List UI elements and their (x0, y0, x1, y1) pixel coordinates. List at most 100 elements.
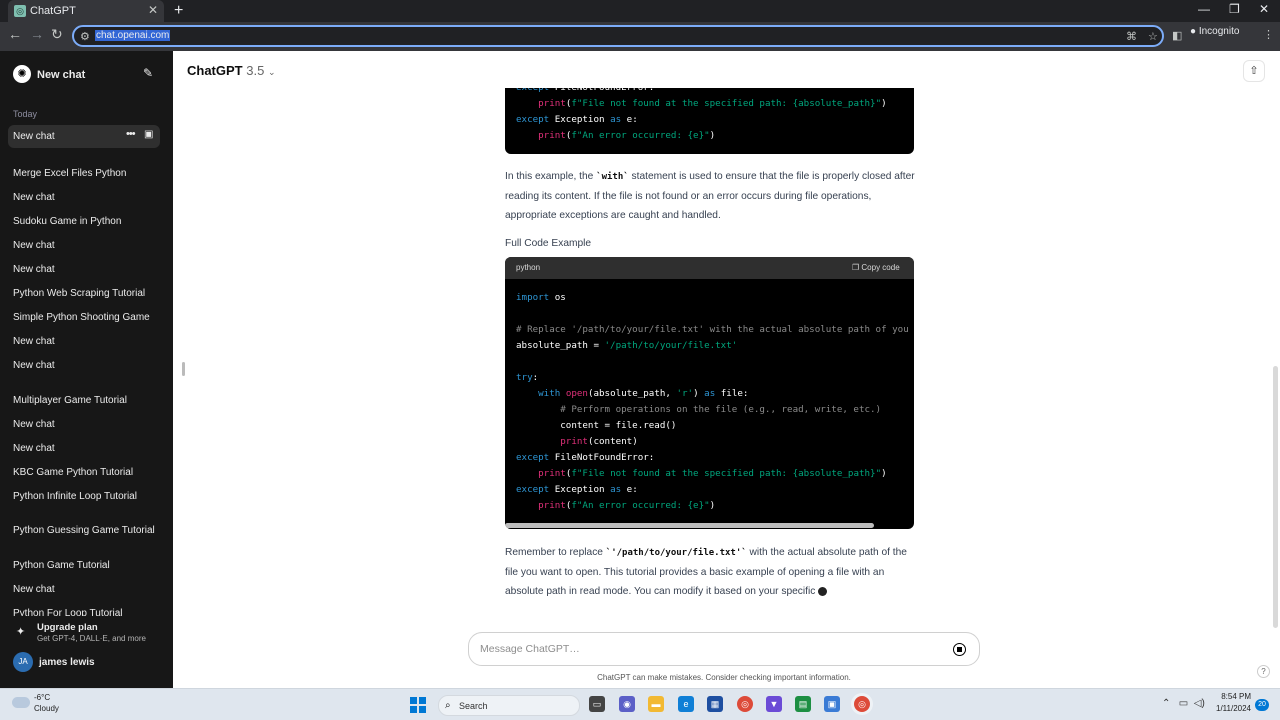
sidebar-resize-handle[interactable] (182, 362, 185, 376)
code-token: ) (709, 130, 716, 141)
message-composer[interactable]: Message ChatGPT… (468, 632, 980, 666)
user-name[interactable]: james lewis (39, 657, 95, 668)
openai-logo-icon[interactable]: ✺ (13, 65, 31, 83)
chrome-icon[interactable]: ◎ (737, 696, 753, 712)
file-explorer-icon[interactable]: ▬ (648, 696, 664, 712)
incognito-tracking-icon[interactable]: ⌘ (1126, 30, 1137, 43)
code-line: content = file.read() (516, 418, 909, 434)
url-text[interactable]: chat.openai.com (95, 30, 171, 41)
code-token: as (610, 484, 627, 495)
sidebar-item[interactable]: New chat (13, 360, 55, 371)
avatar[interactable]: JA (13, 652, 33, 672)
paragraph: Remember to replace `'/path/to/your/file… (505, 543, 917, 601)
sidebar-item[interactable]: Sudoku Game in Python (13, 216, 121, 227)
sidebar-item[interactable]: Merge Excel Files Python (13, 168, 126, 179)
sidebar-item[interactable]: New chat (13, 584, 55, 595)
bookmark-star-icon[interactable]: ☆ (1148, 30, 1158, 43)
code-token: print (560, 436, 588, 447)
chevron-up-icon[interactable]: ⌃ (1162, 698, 1170, 709)
code-token: content = file.read() (516, 420, 677, 431)
upgrade-plan-button[interactable]: Upgrade plan (37, 622, 98, 633)
sidebar-item[interactable]: New chat (13, 240, 55, 251)
store-icon[interactable]: ▦ (707, 696, 723, 712)
sidebar-item[interactable]: Simple Python Shooting Game (13, 312, 150, 323)
compose-icon[interactable]: ✎ (143, 66, 153, 80)
code-horizontal-scrollbar[interactable] (505, 523, 874, 528)
incognito-indicator[interactable]: ● Incognito (1190, 26, 1239, 37)
message-input[interactable]: Message ChatGPT… (480, 643, 580, 655)
sidebar-item[interactable]: Python Game Tutorial (13, 560, 110, 571)
archive-icon[interactable]: ▣ (144, 129, 153, 140)
section-heading: Full Code Example (505, 238, 592, 249)
restore-icon[interactable]: ❐ (1229, 2, 1240, 16)
code-language: python (516, 263, 541, 272)
sidebar-item[interactable]: Python Web Scraping Tutorial (13, 288, 145, 299)
clock-date[interactable]: 1/11/2024 (1213, 704, 1251, 713)
weather-temperature[interactable]: -6°C (34, 693, 50, 702)
streaming-cursor (818, 586, 828, 596)
chat-app-icon[interactable]: ◉ (619, 696, 635, 712)
search-label: Search (459, 701, 488, 711)
weather-condition[interactable]: Cloudy (34, 704, 59, 713)
stop-generating-button[interactable] (953, 643, 966, 656)
more-options-icon[interactable]: ••• (126, 128, 136, 140)
model-selector[interactable]: ChatGPT 3.5 ⌄ (187, 63, 276, 78)
minimize-icon[interactable]: — (1198, 2, 1210, 16)
share-icon: ⇧ (1249, 65, 1259, 77)
sidebar-item-active[interactable]: New chat ••• ▣ (8, 125, 160, 148)
close-tab-icon[interactable]: ✕ (148, 3, 158, 17)
code-block-partial: except FileNotFoundError: print(f"File n… (505, 88, 914, 154)
sidebar-item[interactable]: Python Infinite Loop Tutorial (13, 491, 137, 502)
network-icon[interactable]: ▭ (1179, 698, 1188, 709)
close-window-icon[interactable]: ✕ (1259, 2, 1269, 16)
cloud-icon[interactable] (12, 697, 30, 708)
address-bar[interactable]: ⚙ chat.openai.com ⌘ ☆ (72, 25, 1164, 47)
sidebar-item[interactable]: New chat (13, 419, 55, 430)
help-button[interactable]: ? (1257, 665, 1270, 678)
notification-badge[interactable]: 20 (1255, 699, 1269, 711)
reload-icon[interactable]: ↻ (51, 26, 63, 43)
sidebar-item[interactable]: New chat (13, 264, 55, 275)
code-token: print (538, 500, 566, 511)
code-block-header: python ❐ Copy code (505, 257, 914, 279)
site-info-icon[interactable]: ⚙ (80, 30, 90, 43)
new-tab-icon[interactable]: + (174, 2, 183, 20)
sidebar-item[interactable]: KBC Game Python Tutorial (13, 467, 133, 478)
sidebar-item[interactable]: Multiplayer Game Tutorial (13, 395, 127, 406)
code-line: except Exception as e: (516, 482, 909, 498)
start-button[interactable] (410, 697, 426, 713)
page-scrollbar[interactable] (1273, 366, 1278, 628)
spreadsheet-app-icon[interactable]: ▤ (795, 696, 811, 712)
edge-browser-icon[interactable]: e (678, 696, 694, 712)
sidebar-item[interactable]: New chat (13, 192, 55, 203)
remote-desktop-icon[interactable]: ▣ (824, 696, 840, 712)
forward-icon[interactable]: → (30, 26, 44, 42)
chrome-active-icon[interactable]: ◎ (854, 696, 870, 712)
taskbar-search[interactable]: ⌕ Search (438, 695, 580, 716)
code-line: print(f"File not found at the specified … (516, 466, 909, 482)
code-token: : (532, 372, 539, 383)
paragraph-text: Remember to replace (505, 547, 606, 558)
share-button[interactable]: ⇧ (1243, 60, 1265, 82)
sidebar-item[interactable]: Python For Loop Tutorial (13, 608, 123, 616)
volume-icon[interactable]: ◁) (1194, 698, 1205, 709)
system-tray[interactable]: ⌃ ▭ ◁) (1162, 698, 1205, 709)
clock-time[interactable]: 8:54 PM (1213, 692, 1251, 701)
incognito-icon: ● (1190, 26, 1197, 37)
side-panel-icon[interactable]: ◧ (1172, 29, 1182, 42)
browser-menu-icon[interactable]: ⋮ (1263, 28, 1274, 41)
sparkle-icon: ✦ (16, 626, 26, 638)
sidebar-item[interactable]: Python Guessing Game Tutorial (13, 525, 155, 536)
copy-code-button[interactable]: ❐ Copy code (852, 263, 900, 272)
code-token: print (538, 130, 566, 141)
code-token: ) (693, 388, 705, 399)
sidebar-item[interactable]: New chat (13, 443, 55, 454)
code-token: (content) (587, 436, 638, 447)
sidebar-item[interactable]: New chat (13, 336, 55, 347)
app-icon[interactable]: ▼ (766, 696, 782, 712)
new-chat-button[interactable]: New chat (37, 69, 85, 81)
back-icon[interactable]: ← (8, 26, 22, 42)
browser-tab[interactable]: ◎ ChatGPT ✕ (8, 0, 164, 22)
task-view-icon[interactable]: ▭ (589, 696, 605, 712)
